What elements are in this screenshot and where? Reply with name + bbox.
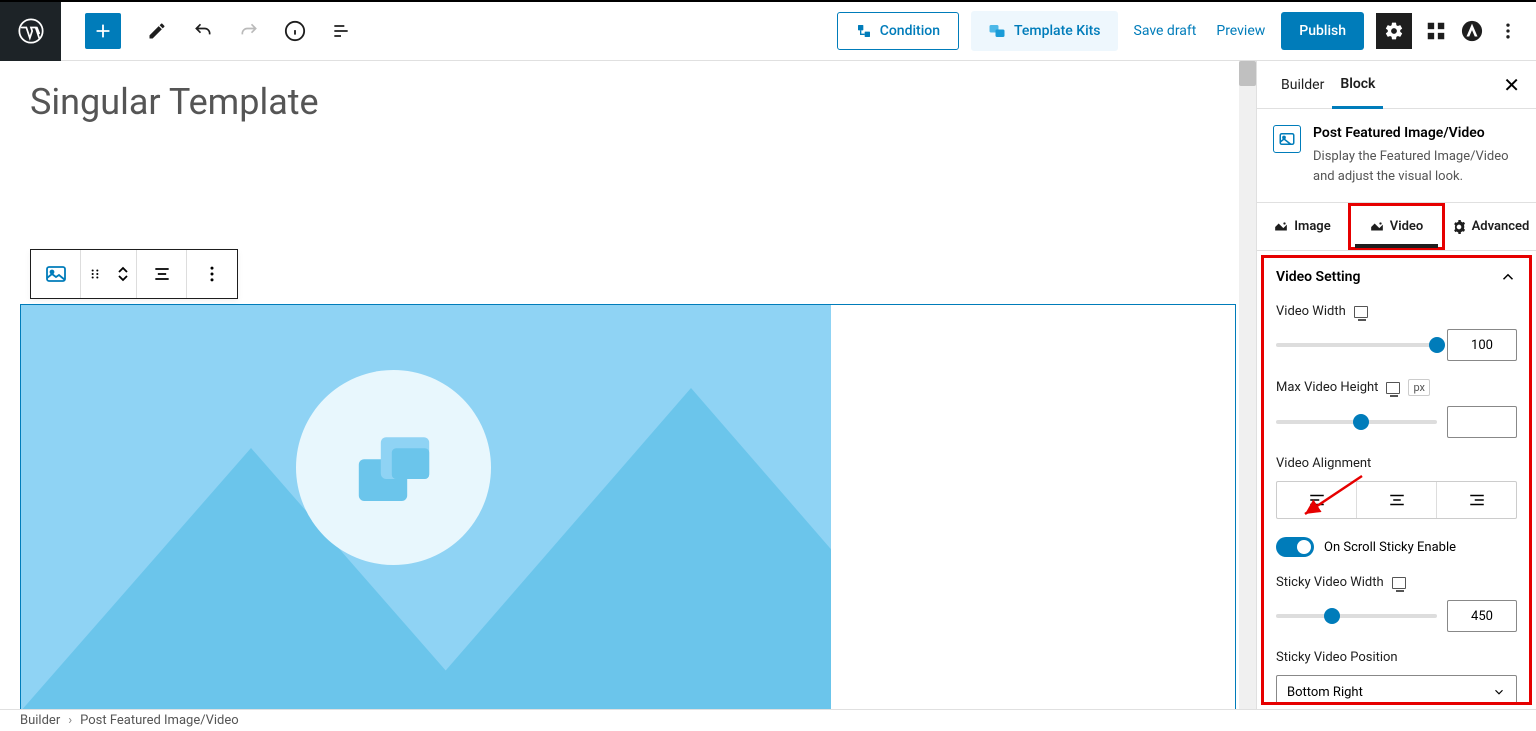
template-kits-button[interactable]: Template Kits [971, 11, 1117, 51]
astra-icon[interactable] [1460, 19, 1484, 43]
sticky-width-slider[interactable] [1276, 614, 1437, 618]
block-description: Display the Featured Image/Video and adj… [1313, 147, 1520, 186]
tab-builder[interactable]: Builder [1273, 61, 1332, 108]
sticky-toggle[interactable] [1276, 537, 1314, 557]
drag-handle-icon[interactable] [81, 250, 109, 298]
panel-heading[interactable]: Video Setting [1276, 268, 1517, 286]
tab-block[interactable]: Block [1332, 62, 1383, 109]
responsive-icon[interactable] [1354, 306, 1368, 318]
save-draft-link[interactable]: Save draft [1130, 23, 1201, 39]
sticky-toggle-row: On Scroll Sticky Enable [1276, 537, 1517, 557]
edit-icon[interactable] [145, 19, 169, 43]
top-toolbar: Condition Template Kits Save draft Previ… [0, 0, 1536, 61]
image-placeholder [21, 305, 831, 709]
sticky-width-label: Sticky Video Width [1276, 575, 1517, 590]
condition-label: Condition [880, 23, 940, 39]
video-width-label: Video Width [1276, 304, 1517, 319]
alignment-options [1276, 481, 1517, 519]
wordpress-logo[interactable] [0, 2, 61, 61]
align-center[interactable] [1357, 482, 1437, 518]
block-subtabs: Image Video Advanced [1257, 203, 1536, 251]
condition-button[interactable]: Condition [837, 12, 959, 50]
block-toolbar [30, 249, 238, 299]
subtab-video[interactable]: Video [1348, 203, 1445, 250]
selected-block[interactable] [20, 304, 1236, 709]
settings-sidebar: Builder Block ✕ Post Featured Image/Vide… [1256, 61, 1536, 709]
sidebar-tabs: Builder Block ✕ [1257, 61, 1536, 109]
breadcrumb: Builder › Post Featured Image/Video [0, 709, 1536, 731]
align-icon[interactable] [137, 250, 187, 298]
move-up-down[interactable] [109, 250, 137, 298]
block-type-icon[interactable] [31, 250, 81, 298]
preview-link[interactable]: Preview [1212, 23, 1269, 39]
subtab-advanced[interactable]: Advanced [1445, 203, 1536, 250]
block-info-header: Post Featured Image/Video Display the Fe… [1257, 109, 1536, 203]
responsive-icon[interactable] [1386, 382, 1400, 394]
alignment-label: Video Alignment [1276, 456, 1517, 471]
undo-icon[interactable] [191, 19, 215, 43]
editor-canvas[interactable]: Singular Template [0, 61, 1256, 709]
canvas-scrollbar[interactable] [1239, 61, 1256, 709]
template-kits-label: Template Kits [1014, 23, 1100, 39]
top-right-actions: Condition Template Kits Save draft Previ… [837, 11, 1536, 51]
video-width-input[interactable] [1447, 329, 1517, 361]
align-right[interactable] [1437, 482, 1516, 518]
chevron-down-icon [1492, 685, 1506, 699]
add-block-button[interactable] [85, 13, 121, 49]
block-more-icon[interactable] [187, 250, 237, 298]
block-title: Post Featured Image/Video [1313, 125, 1520, 141]
close-sidebar-icon[interactable]: ✕ [1503, 73, 1520, 97]
templates-icon[interactable] [1424, 19, 1448, 43]
outline-icon[interactable] [329, 19, 353, 43]
unit-px[interactable]: px [1408, 379, 1430, 396]
featured-image-icon [1273, 125, 1301, 153]
breadcrumb-root[interactable]: Builder [20, 713, 60, 728]
info-icon[interactable] [283, 19, 307, 43]
max-height-label: Max Video Heightpx [1276, 379, 1517, 396]
sticky-pos-select[interactable]: Bottom Right [1276, 675, 1517, 705]
max-height-slider[interactable] [1276, 420, 1437, 424]
page-title[interactable]: Singular Template [30, 81, 1256, 123]
video-settings-panel: Video Setting Video Width Max Video Heig… [1261, 255, 1532, 705]
align-left[interactable] [1277, 482, 1357, 518]
main-area: Singular Template Builder Block ✕ Post F… [0, 61, 1536, 709]
publish-button[interactable]: Publish [1281, 12, 1364, 50]
editor-tools [145, 19, 353, 43]
subtab-image[interactable]: Image [1257, 203, 1348, 250]
chevron-right-icon: › [68, 713, 72, 728]
more-options-icon[interactable] [1496, 19, 1520, 43]
sticky-width-input[interactable] [1447, 600, 1517, 632]
redo-icon[interactable] [237, 19, 261, 43]
settings-button[interactable] [1376, 13, 1412, 49]
max-height-input[interactable] [1447, 406, 1517, 438]
responsive-icon[interactable] [1392, 577, 1406, 589]
sticky-label: On Scroll Sticky Enable [1324, 540, 1456, 555]
video-width-slider[interactable] [1276, 343, 1437, 347]
breadcrumb-leaf[interactable]: Post Featured Image/Video [80, 713, 239, 728]
sticky-pos-label: Sticky Video Position [1276, 650, 1517, 665]
chevron-up-icon [1499, 268, 1517, 286]
